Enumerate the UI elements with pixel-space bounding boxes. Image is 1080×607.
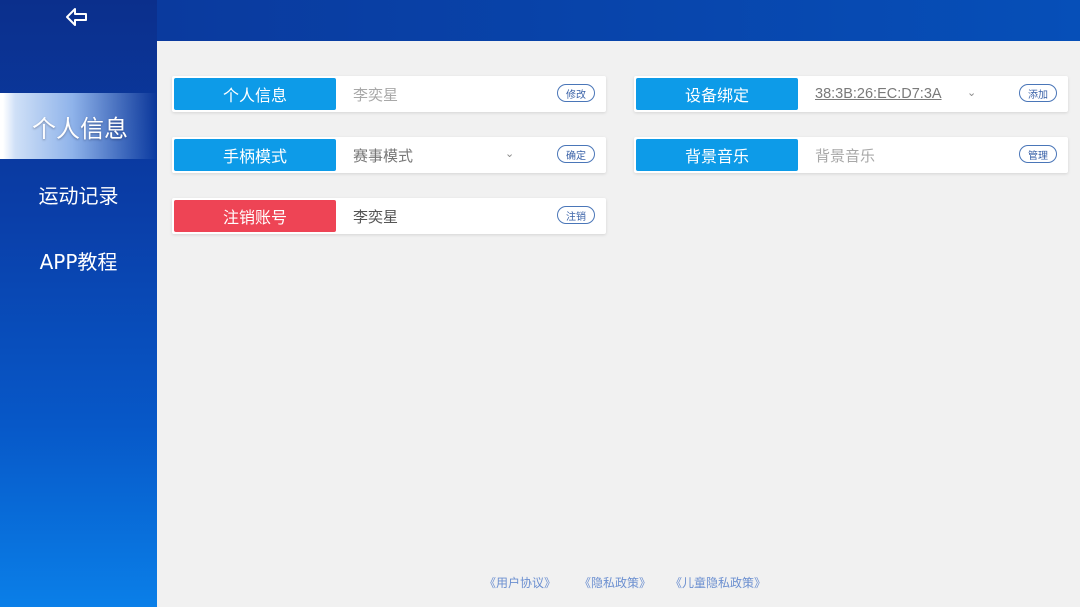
- chevron-down-icon[interactable]: ⌄: [967, 86, 976, 99]
- deregister-button[interactable]: 注销: [557, 206, 595, 224]
- back-arrow-icon: [65, 7, 89, 31]
- device-binding-card: 设备绑定 38:3B:26:EC:D7:3A ⌄ 添加: [634, 76, 1068, 112]
- account-name-value: 李奕星: [353, 207, 399, 226]
- deregister-label: 注销账号: [174, 200, 336, 232]
- device-binding-label: 设备绑定: [636, 78, 798, 110]
- personal-info-card: 个人信息 李奕星 修改: [172, 76, 606, 112]
- sidebar-item-personal-info[interactable]: 个人信息: [0, 93, 157, 159]
- controller-mode-label: 手柄模式: [174, 139, 336, 171]
- bg-music-label: 背景音乐: [636, 139, 798, 171]
- confirm-button[interactable]: 确定: [557, 145, 595, 163]
- personal-info-label: 个人信息: [174, 78, 336, 110]
- sidebar-item-label: APP教程: [39, 249, 118, 274]
- controller-mode-select[interactable]: 赛事模式: [353, 137, 413, 173]
- name-value: 李奕星: [353, 85, 399, 104]
- sidebar: 个人信息 运动记录 APP教程: [0, 0, 157, 607]
- device-mac-select[interactable]: 38:3B:26:EC:D7:3A: [815, 76, 942, 112]
- sidebar-item-exercise-record[interactable]: 运动记录: [0, 175, 157, 213]
- controller-mode-card: 手柄模式 赛事模式 ⌄ 确定: [172, 137, 606, 173]
- sidebar-item-label: 个人信息: [32, 114, 128, 143]
- manage-button[interactable]: 管理: [1019, 145, 1057, 163]
- user-agreement-link[interactable]: 《用户协议》: [484, 574, 556, 591]
- app-root: 个人信息 运动记录 APP教程 个人信息 李奕星 修改 设备绑定 38:3B:2…: [0, 0, 1080, 607]
- sidebar-item-label: 运动记录: [38, 183, 119, 208]
- edit-button[interactable]: 修改: [557, 84, 595, 102]
- chevron-down-icon[interactable]: ⌄: [505, 147, 514, 160]
- add-button[interactable]: 添加: [1019, 84, 1057, 102]
- bg-music-value: 背景音乐: [815, 146, 876, 165]
- child-privacy-policy-link[interactable]: 《儿童隐私政策》: [670, 574, 766, 591]
- deregister-card: 注销账号 李奕星 注销: [172, 198, 606, 234]
- sidebar-item-app-tutorial[interactable]: APP教程: [0, 241, 157, 279]
- top-bar: [157, 0, 1080, 41]
- back-button[interactable]: [62, 6, 92, 32]
- privacy-policy-link[interactable]: 《隐私政策》: [579, 574, 651, 591]
- bg-music-card: 背景音乐 背景音乐 管理: [634, 137, 1068, 173]
